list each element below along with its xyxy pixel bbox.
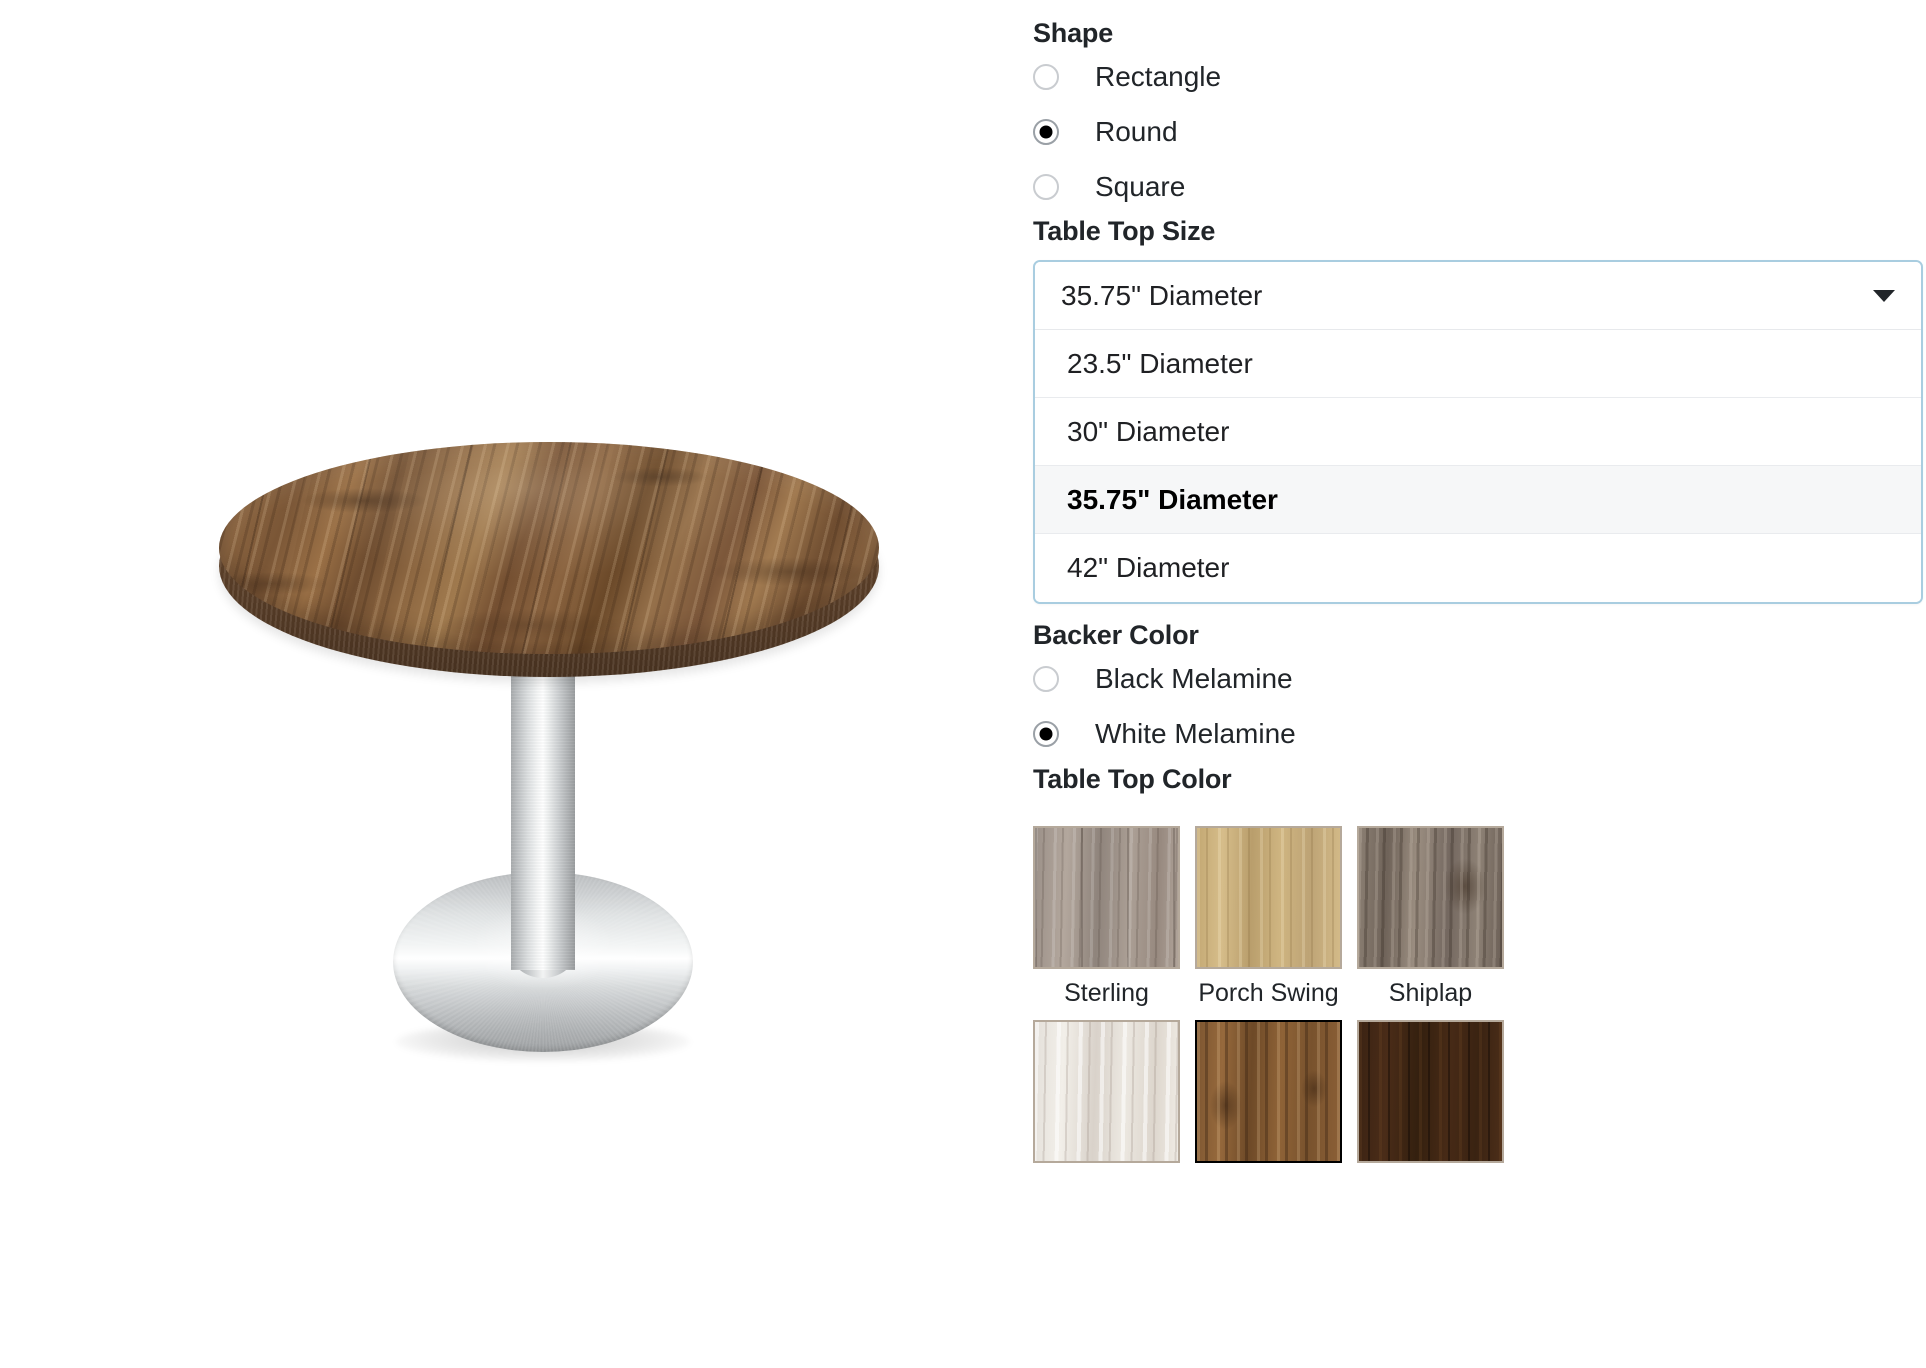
swatch-cell-sterling[interactable]: Sterling bbox=[1033, 826, 1180, 1020]
table-render bbox=[0, 0, 1030, 1368]
swatch-texture-sterling bbox=[1035, 828, 1178, 967]
table-top-size-option-2-label: 35.75" Diameter bbox=[1067, 483, 1278, 515]
table-top-size-option-1-label: 30" Diameter bbox=[1067, 415, 1230, 447]
product-configurator-page: Shape Rectangle Round Square Table Top S… bbox=[0, 0, 1926, 1368]
backer-color-option-white-melamine-label: White Melamine bbox=[1095, 717, 1296, 749]
table-top-size-select-display[interactable]: 35.75" Diameter bbox=[1035, 262, 1921, 330]
table-top-size-option-0[interactable]: 23.5" Diameter bbox=[1035, 330, 1921, 398]
backer-color-option-white-melamine[interactable]: White Melamine bbox=[1033, 706, 1923, 761]
backer-color-option-black-melamine[interactable]: Black Melamine bbox=[1033, 651, 1923, 706]
swatch-cell-shiplap[interactable]: Shiplap bbox=[1357, 826, 1504, 1020]
radio-icon-black-melamine[interactable] bbox=[1033, 665, 1059, 692]
backer-color-option-black-melamine-label: Black Melamine bbox=[1095, 662, 1293, 694]
radio-icon-rectangle[interactable] bbox=[1033, 63, 1059, 90]
table-top-size-option-1[interactable]: 30" Diameter bbox=[1035, 398, 1921, 466]
table-top-size-title: Table Top Size bbox=[1033, 216, 1216, 246]
swatch-label-row2-3 bbox=[1357, 1163, 1504, 1189]
table-top-size-option-2[interactable]: 35.75" Diameter bbox=[1035, 466, 1921, 534]
backer-color-group: Backer Color Black Melamine White Melami… bbox=[1033, 620, 1923, 761]
table-top-size-option-3-label: 42" Diameter bbox=[1067, 552, 1230, 583]
swatch-row2-3[interactable] bbox=[1357, 1020, 1504, 1163]
swatch-cell-row2-2[interactable] bbox=[1195, 1020, 1342, 1189]
shape-group: Shape Rectangle Round Square bbox=[1033, 18, 1923, 214]
shape-option-square[interactable]: Square bbox=[1033, 159, 1923, 214]
swatch-texture-porch-swing bbox=[1197, 828, 1340, 967]
table-top-sheen bbox=[219, 442, 879, 654]
radio-icon-white-melamine[interactable] bbox=[1033, 720, 1059, 747]
swatch-shiplap[interactable] bbox=[1357, 826, 1504, 969]
swatch-texture-row2-2 bbox=[1197, 1022, 1340, 1161]
table-top-size-option-0-label: 23.5" Diameter bbox=[1067, 347, 1253, 379]
shape-option-round[interactable]: Round bbox=[1033, 104, 1923, 159]
table-top-color-group: Table Top Color Sterling Porch Swing Shi… bbox=[1033, 764, 1923, 1189]
swatch-label-row2-2 bbox=[1195, 1163, 1342, 1189]
table-top-size-group: Table Top Size 35.75" Diameter 23.5" Dia… bbox=[1033, 216, 1923, 604]
swatch-label-porch-swing: Porch Swing bbox=[1198, 979, 1339, 1007]
swatch-texture-shiplap bbox=[1359, 828, 1502, 967]
table-column bbox=[511, 648, 575, 970]
swatch-sterling[interactable] bbox=[1033, 826, 1180, 969]
swatch-texture-row2-1 bbox=[1035, 1022, 1178, 1161]
table-top-surface bbox=[219, 442, 879, 654]
table-top-color-title: Table Top Color bbox=[1033, 764, 1232, 794]
swatch-cell-row2-3[interactable] bbox=[1357, 1020, 1504, 1189]
table-top-size-selected-value: 35.75" Diameter bbox=[1061, 279, 1263, 311]
swatch-porch-swing[interactable] bbox=[1195, 826, 1342, 969]
backer-color-title: Backer Color bbox=[1033, 620, 1199, 650]
swatch-row2-1[interactable] bbox=[1033, 1020, 1180, 1163]
radio-icon-square[interactable] bbox=[1033, 173, 1059, 200]
swatch-label-sterling: Sterling bbox=[1064, 979, 1149, 1007]
chevron-down-icon[interactable] bbox=[1873, 289, 1895, 302]
swatch-cell-row2-1[interactable] bbox=[1033, 1020, 1180, 1189]
radio-icon-round[interactable] bbox=[1033, 118, 1059, 145]
configurator-pane: Shape Rectangle Round Square Table Top S… bbox=[1030, 0, 1926, 1368]
table-top-size-option-3[interactable]: 42" Diameter bbox=[1035, 534, 1921, 602]
shape-option-round-label: Round bbox=[1095, 115, 1178, 147]
swatch-cell-porch-swing[interactable]: Porch Swing bbox=[1195, 826, 1342, 1020]
table-top-color-swatch-grid: Sterling Porch Swing Shiplap bbox=[1033, 826, 1923, 1189]
shape-group-title: Shape bbox=[1033, 18, 1114, 48]
swatch-row2-2[interactable] bbox=[1195, 1020, 1342, 1163]
table-top-size-select[interactable]: 35.75" Diameter 23.5" Diameter 30" Diame… bbox=[1033, 260, 1923, 604]
shape-option-square-label: Square bbox=[1095, 170, 1186, 202]
swatch-label-row2-1 bbox=[1033, 1163, 1180, 1189]
shape-option-rectangle-label: Rectangle bbox=[1095, 60, 1222, 92]
shape-option-rectangle[interactable]: Rectangle bbox=[1033, 49, 1923, 104]
product-preview-pane bbox=[0, 0, 1030, 1368]
swatch-label-shiplap: Shiplap bbox=[1388, 979, 1473, 1007]
swatch-texture-row2-3 bbox=[1359, 1022, 1502, 1161]
